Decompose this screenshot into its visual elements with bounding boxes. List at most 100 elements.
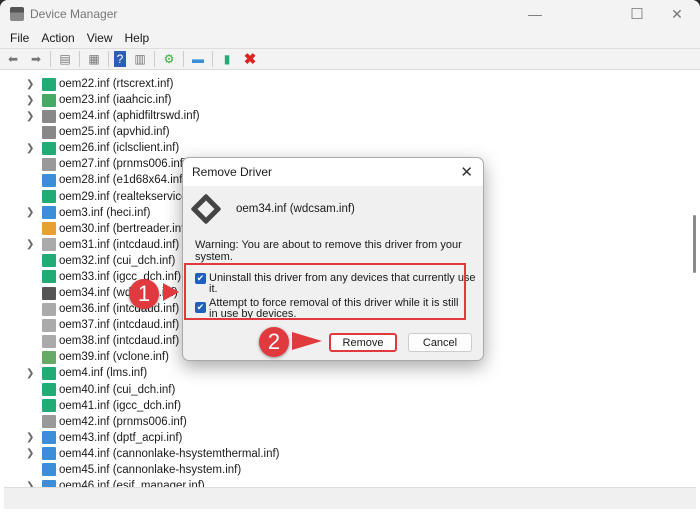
tree-item-label: oem22.inf (rtscrext.inf) xyxy=(59,78,174,90)
step-2-arrow xyxy=(292,332,322,350)
back-icon[interactable]: ⬅ xyxy=(4,51,22,67)
device-icon xyxy=(42,173,56,187)
scan-hardware-icon[interactable]: ⚙ xyxy=(160,51,178,67)
toolbar-divider xyxy=(154,51,155,67)
menu-file[interactable]: File xyxy=(4,31,35,45)
remove-driver-dialog: Remove Driver ✕ oem34.inf (wdcsam.inf) W… xyxy=(182,157,484,361)
device-icon xyxy=(42,254,56,268)
device-icon xyxy=(42,286,56,300)
dialog-title: Remove Driver xyxy=(183,158,483,186)
expand-chevron-icon[interactable]: ❯ xyxy=(26,79,34,90)
close-button[interactable]: ✕ xyxy=(654,0,700,28)
device-icon xyxy=(42,77,56,91)
device-icon xyxy=(42,109,56,123)
device-icon xyxy=(42,334,56,348)
tree-item-label: oem41.inf (igcc_dch.inf) xyxy=(59,399,182,412)
expand-chevron-icon[interactable]: ❯ xyxy=(26,143,34,154)
tree-item-label: oem4.inf (lms.inf) xyxy=(59,367,148,380)
window-title: Device Manager xyxy=(30,7,118,21)
device-icon xyxy=(42,463,56,477)
step-1-badge: 1 xyxy=(129,279,159,309)
expand-chevron-icon[interactable]: ❯ xyxy=(26,448,34,459)
device-icon xyxy=(42,141,56,155)
title-bar: Device Manager — ☐ ✕ xyxy=(0,0,700,28)
device-icon xyxy=(42,318,56,332)
monitor-icon[interactable]: ▬ xyxy=(189,51,207,67)
menu-bar: File Action View Help xyxy=(0,28,700,48)
device-icon xyxy=(42,238,56,252)
remove-button[interactable]: Remove xyxy=(329,333,397,352)
tree-item-label: oem30.inf (bertreader.inf) xyxy=(59,222,189,235)
toolbar-divider xyxy=(212,51,213,67)
tree-item-label: oem26.inf (iclsclient.inf) xyxy=(59,142,180,155)
device-icon xyxy=(42,93,56,107)
tree-item-label: oem38.inf (intcdaud.inf) xyxy=(59,335,180,348)
device-icon xyxy=(42,447,56,461)
options-highlight-box xyxy=(184,263,466,320)
help-icon[interactable]: ? xyxy=(114,51,126,67)
update-driver-icon[interactable]: ▮ xyxy=(218,51,236,67)
minimize-button[interactable]: — xyxy=(512,0,558,28)
toolbar-divider xyxy=(50,51,51,67)
device-icon xyxy=(42,415,56,429)
scrollbar-thumb[interactable] xyxy=(693,215,696,273)
tree-item-label: oem37.inf (intcdaud.inf) xyxy=(59,319,180,332)
toolbar-divider xyxy=(79,51,80,67)
device-icon xyxy=(42,157,56,171)
status-bar xyxy=(4,487,696,509)
tree-item-label: oem34.inf (wdcsam.inf) xyxy=(59,287,178,300)
show-hide-console-tree-icon[interactable]: ▤ xyxy=(56,51,74,67)
device-icon xyxy=(42,350,56,364)
tree-item-label: oem31.inf (intcdaud.inf) xyxy=(59,238,180,251)
tree-item-label: oem43.inf (dptf_acpi.inf) xyxy=(59,431,183,444)
step-1-arrow xyxy=(163,283,179,301)
forward-icon[interactable]: ➡ xyxy=(27,51,45,67)
tree-item-label: oem32.inf (cui_dch.inf) xyxy=(59,254,176,267)
tree-item-label: oem23.inf (iaahcic.inf) xyxy=(59,94,172,107)
tree-item-label: oem3.inf (heci.inf) xyxy=(59,206,151,219)
toolbar: ⬅ ➡ ▤ ▦ ? ▥ ⚙ ▬ ▮ ✖ xyxy=(0,48,700,70)
device-icon xyxy=(42,366,56,380)
tree-item-label: oem39.inf (vclone.inf) xyxy=(59,351,169,364)
tree-item-label: oem40.inf (cui_dch.inf) xyxy=(59,383,176,396)
expand-chevron-icon[interactable]: ❯ xyxy=(26,368,34,379)
action-pane-icon[interactable]: ▥ xyxy=(131,51,149,67)
step-2-badge: 2 xyxy=(259,327,289,357)
toolbar-divider xyxy=(183,51,184,67)
device-icon xyxy=(42,399,56,413)
device-icon xyxy=(42,206,56,220)
dialog-close-button[interactable]: ✕ xyxy=(460,163,473,181)
remove-icon[interactable]: ✖ xyxy=(241,51,259,68)
menu-help[interactable]: Help xyxy=(119,31,156,45)
tree-item-label: oem24.inf (aphidfiltrswd.inf) xyxy=(59,110,200,123)
tree-item-label: oem42.inf (prnms006.inf) xyxy=(59,415,187,428)
properties-icon[interactable]: ▦ xyxy=(85,51,103,67)
tree-item-label: oem33.inf (igcc_dch.inf) xyxy=(59,270,182,283)
tree-item-label: oem36.inf (intcdaud.inf) xyxy=(59,303,180,316)
device-manager-icon xyxy=(10,7,24,21)
toolbar-divider xyxy=(108,51,109,67)
device-icon xyxy=(42,383,56,397)
tree-item-label: oem44.inf (cannonlake-hsystemthermal.inf… xyxy=(59,447,280,460)
expand-chevron-icon[interactable]: ❯ xyxy=(26,111,34,122)
menu-view[interactable]: View xyxy=(81,31,119,45)
driver-name: oem34.inf (wdcsam.inf) xyxy=(236,203,355,215)
tree-item-label: oem25.inf (apvhid.inf) xyxy=(59,126,170,139)
menu-action[interactable]: Action xyxy=(35,31,80,45)
device-icon xyxy=(42,302,56,316)
device-icon xyxy=(42,125,56,139)
device-icon xyxy=(42,190,56,204)
tree-item-label: oem28.inf (e1d68x64.inf) xyxy=(59,174,187,187)
warning-text: Warning: You are about to remove this dr… xyxy=(195,239,462,263)
expand-chevron-icon[interactable]: ❯ xyxy=(26,239,34,250)
cancel-button[interactable]: Cancel xyxy=(408,333,472,352)
expand-chevron-icon[interactable]: ❯ xyxy=(26,432,34,443)
tree-item-label: oem45.inf (cannonlake-hsystem.inf) xyxy=(59,463,242,476)
tree-item-label: oem27.inf (prnms006.inf) xyxy=(59,158,187,171)
driver-icon xyxy=(190,193,222,225)
device-icon xyxy=(42,222,56,236)
device-icon xyxy=(42,431,56,445)
expand-chevron-icon[interactable]: ❯ xyxy=(26,95,34,106)
device-icon xyxy=(42,270,56,284)
expand-chevron-icon[interactable]: ❯ xyxy=(26,207,34,218)
